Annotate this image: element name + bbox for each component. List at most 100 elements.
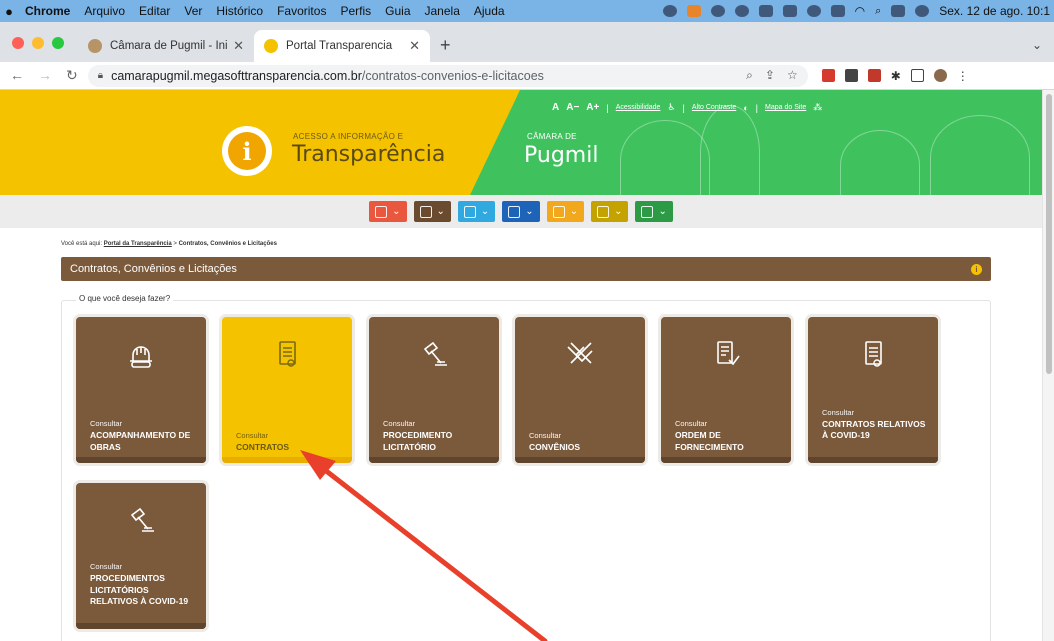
extension-icon[interactable] <box>821 69 835 82</box>
breadcrumb: Você está aqui: Portal da Transparência … <box>61 241 277 247</box>
lock-icon[interactable]: 🔒︎ <box>98 70 103 81</box>
transparencia-brand[interactable]: Transparência <box>292 142 445 167</box>
zoom-window-button[interactable] <box>52 37 64 49</box>
section-header: Contratos, Convênios e Licitações i <box>61 257 991 281</box>
url-path: /contratos-convenios-e-licitacoes <box>361 68 544 83</box>
web-page: i ACESSO A INFORMAÇÃO E Transparência CÂ… <box>0 90 1042 641</box>
nav-financeiro-button[interactable]: ⌄ <box>502 201 540 222</box>
battery-icon[interactable] <box>830 5 845 17</box>
close-tab-icon[interactable]: ✕ <box>409 38 420 54</box>
category-nav: ⌄ ⌄ ⌄ ⌄ ⌄ ⌄ ⌄ <box>0 195 1042 228</box>
nav-contratos-button[interactable]: ⌄ <box>413 201 451 222</box>
card-title: ACOMPANHAMENTO DE OBRAS <box>90 430 191 452</box>
apple-icon[interactable]: ● <box>0 4 18 19</box>
option-card[interactable]: Consultar CONTRATOS RELATIVOS À COVID-19 <box>808 317 938 463</box>
skyline-decoration <box>840 130 920 195</box>
nav-pessoal-button[interactable]: ⌄ <box>457 201 496 222</box>
menu-ver[interactable]: Ver <box>177 4 209 18</box>
status-app-icon[interactable] <box>662 5 677 17</box>
info-icon[interactable]: i <box>971 263 982 275</box>
menu-app-name[interactable]: Chrome <box>18 4 77 18</box>
menu-janela[interactable]: Janela <box>418 4 467 18</box>
option-card[interactable]: Consultar PROCEDIMENTO LICITATÓRIO <box>369 317 499 463</box>
transparencia-logo[interactable]: i <box>222 126 272 176</box>
status-app-icon[interactable] <box>710 5 725 17</box>
site-header-banner: i ACESSO A INFORMAÇÃO E Transparência CÂ… <box>0 90 1042 195</box>
nav-planejamento-button[interactable]: ⌄ <box>369 201 407 222</box>
camara-de-label: CÂMARA DE <box>527 132 577 141</box>
font-reset-button[interactable]: A <box>552 102 559 113</box>
profile-avatar[interactable] <box>933 69 947 82</box>
url-bar[interactable]: 🔒︎ camarapugmil.megasofttransparencia.co… <box>87 64 808 87</box>
menu-favoritos[interactable]: Favoritos <box>270 4 333 18</box>
skyline-decoration <box>620 120 710 195</box>
back-arrow-icon[interactable]: ← <box>10 67 24 84</box>
browser-toolbar: ← → ↻ 🔒︎ camarapugmil.megasofttransparen… <box>0 62 1054 90</box>
accessibility-bar: A A− A+ | Acessibilidade ♿︎ | Alto Contr… <box>552 102 823 113</box>
sitemap-link[interactable]: Mapa do Site <box>765 104 806 111</box>
scrollbar-thumb[interactable] <box>1046 94 1052 374</box>
spotlight-icon[interactable]: ⌕ <box>875 5 881 18</box>
nav-documentos-button[interactable]: ⌄ <box>546 201 585 222</box>
option-card[interactable]: Consultar ACOMPANHAMENTO DE OBRAS <box>76 317 206 463</box>
browser-tabstrip: Câmara de Pugmil - Inicial ✕ Portal Tran… <box>0 22 1054 62</box>
nav-buttons: ← → ↻ <box>0 67 88 84</box>
status-app-icon[interactable] <box>734 5 749 17</box>
menu-historico[interactable]: Histórico <box>209 4 270 18</box>
extension-icon[interactable] <box>867 69 881 82</box>
tab-search-chevron-icon[interactable]: ⌄ <box>1020 38 1054 62</box>
card-subtitle: Consultar <box>383 419 416 428</box>
status-app-icon[interactable] <box>758 5 773 17</box>
option-card[interactable]: Consultar PROCEDIMENTOS LICITATÓRIOS RELA… <box>76 483 206 629</box>
nav-receitas-button[interactable]: ⌄ <box>635 201 673 222</box>
menu-ajuda[interactable]: Ajuda <box>467 4 512 18</box>
puzzle-extensions-icon[interactable]: ✱ <box>891 69 901 83</box>
option-card[interactable]: Consultar CONVÊNIOS <box>515 317 645 463</box>
extension-icon[interactable] <box>844 69 858 82</box>
zoom-icon[interactable]: ⌕ <box>746 68 753 83</box>
forward-arrow-icon[interactable]: → <box>38 67 52 84</box>
menu-perfis[interactable]: Perfis <box>333 4 378 18</box>
tab-portal-transparencia[interactable]: Portal Transparencia ✕ <box>254 30 430 62</box>
tab-camara-inicial[interactable]: Câmara de Pugmil - Inicial ✕ <box>78 30 254 62</box>
order-icon <box>717 341 740 366</box>
info-logo-icon: i <box>228 132 266 170</box>
new-tab-button[interactable]: + <box>430 35 461 62</box>
menu-guia[interactable]: Guia <box>378 4 417 18</box>
menu-editar[interactable]: Editar <box>132 4 177 18</box>
high-contrast-link[interactable]: Alto Contraste <box>692 104 736 111</box>
font-increase-button[interactable]: A+ <box>586 102 599 113</box>
city-name[interactable]: Pugmil <box>524 143 598 168</box>
minimize-window-button[interactable] <box>32 37 44 49</box>
reload-icon[interactable]: ↻ <box>66 67 78 84</box>
breadcrumb-portal-link[interactable]: Portal da Transparência <box>104 241 172 247</box>
document-icon <box>865 341 882 367</box>
font-decrease-button[interactable]: A− <box>566 102 579 113</box>
card-title: ORDEM DE FORNECIMENTO <box>675 430 744 452</box>
kebab-menu-icon[interactable]: ⋮ <box>957 69 969 83</box>
close-tab-icon[interactable]: ✕ <box>233 38 244 54</box>
menubar-clock[interactable]: Sex. 12 de ago. 10:1 <box>939 4 1050 18</box>
handshake-icon <box>567 342 593 364</box>
option-card[interactable]: Consultar ORDEM DE FORNECIMENTO <box>661 317 791 463</box>
side-panel-icon[interactable] <box>910 69 924 82</box>
accessibility-link[interactable]: Acessibilidade <box>616 104 661 111</box>
wifi-icon[interactable]: ◠ <box>855 4 865 18</box>
transparencia-favicon <box>264 39 278 53</box>
gavel-icon <box>130 507 154 532</box>
play-icon[interactable] <box>806 5 821 17</box>
option-card[interactable]: Consultar CONTRATOS <box>222 317 352 463</box>
page-scrollbar[interactable] <box>1042 90 1054 641</box>
nav-legislacao-icon <box>597 205 610 218</box>
close-window-button[interactable] <box>12 37 24 49</box>
screen-mirror-icon[interactable] <box>782 5 797 17</box>
card-title: CONTRATOS <box>236 441 290 452</box>
menu-arquivo[interactable]: Arquivo <box>77 4 132 18</box>
nav-legislacao-button[interactable]: ⌄ <box>591 201 629 222</box>
control-center-icon[interactable] <box>891 5 906 17</box>
siri-icon[interactable] <box>915 5 930 17</box>
bookmark-star-icon[interactable]: ☆ <box>787 68 798 83</box>
status-app-icon[interactable] <box>686 5 701 17</box>
share-icon[interactable]: ⇪ <box>765 68 775 83</box>
macos-menubar: ● Chrome Arquivo Editar Ver Histórico Fa… <box>0 0 1054 22</box>
